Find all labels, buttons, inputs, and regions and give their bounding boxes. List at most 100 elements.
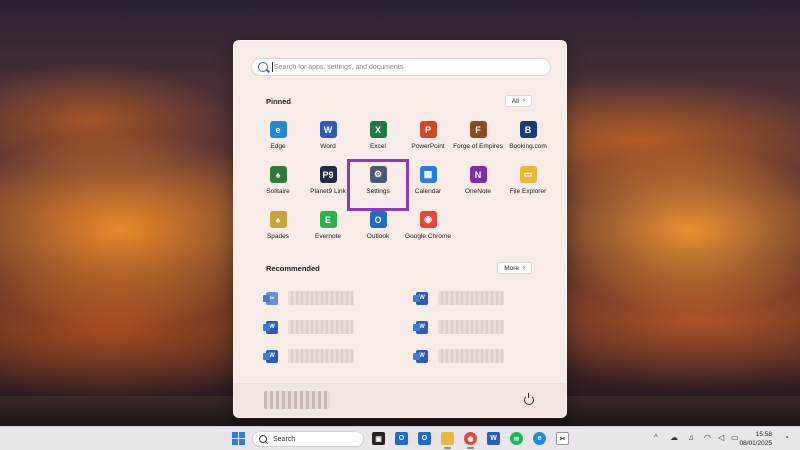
- pinned-app-planet9-link[interactable]: P9 Planet9 Link: [302, 164, 354, 206]
- edge-icon: e: [269, 121, 287, 138]
- pinned-app-file-explorer[interactable]: ▭ File Explorer: [502, 164, 554, 206]
- pinned-app-label: Settings: [366, 188, 390, 195]
- pinned-app-label: Spades: [266, 233, 290, 240]
- recommended-item[interactable]: W: [413, 289, 516, 307]
- edge-icon[interactable]: e: [533, 432, 546, 445]
- redacted-filename: [288, 320, 354, 334]
- pinned-app-label: Evernote: [314, 233, 342, 240]
- chevron-up-icon[interactable]: ^: [654, 433, 658, 442]
- word-document-icon: W: [413, 349, 428, 363]
- outlook-icon[interactable]: O: [418, 432, 431, 445]
- pinned-app-onenote[interactable]: N OneNote: [452, 164, 504, 206]
- pinned-app-label: Edge: [270, 143, 286, 150]
- pinned-app-solitaire[interactable]: ♠ Solitaire: [252, 164, 304, 206]
- planet9-link-icon: P9: [319, 166, 337, 183]
- word-icon[interactable]: W: [487, 432, 500, 445]
- redacted-filename: [288, 349, 354, 363]
- pinned-app-label: Booking.com: [509, 143, 547, 150]
- recommended-item[interactable]: ✂: [263, 289, 366, 307]
- outlook-icon: O: [369, 211, 387, 228]
- redacted-filename: [288, 291, 354, 305]
- pinned-app-settings[interactable]: ⚙ Settings: [347, 159, 409, 211]
- pinned-app-calendar[interactable]: ▦ Calendar: [402, 164, 454, 206]
- cloud-icon[interactable]: ☁: [670, 433, 678, 442]
- taskbar-search-label: Search: [273, 435, 296, 443]
- chrome-icon[interactable]: ◉: [464, 432, 477, 449]
- clock-time: 15:58: [755, 431, 772, 438]
- evernote-icon: E: [319, 211, 337, 228]
- pinned-app-google-chrome[interactable]: ◉ Google Chrome: [402, 209, 454, 251]
- pinned-app-word[interactable]: W Word: [302, 119, 354, 161]
- word-icon: W: [319, 121, 337, 138]
- start-menu-footer: [234, 383, 566, 417]
- taskbar: Search ▣ O O ◉ W ≋ e ✂ ^ ☁ ♫ ◠ ◁ ▭ 15:58…: [0, 426, 800, 450]
- pinned-app-spades[interactable]: ♠ Spades: [252, 209, 304, 251]
- power-icon[interactable]: [524, 393, 534, 405]
- outlook-icon[interactable]: O: [395, 432, 408, 445]
- onenote-icon: N: [469, 166, 487, 183]
- redacted-filename: [438, 291, 504, 305]
- search-icon: [259, 435, 267, 443]
- word-document-icon: W: [263, 320, 278, 334]
- recommended-title: Recommended: [266, 264, 320, 273]
- task-view-icon[interactable]: ▣: [372, 432, 385, 445]
- folder-icon[interactable]: [441, 432, 454, 449]
- pinned-app-excel[interactable]: X Excel: [352, 119, 404, 161]
- notification-bell-icon[interactable]: ◔: [784, 433, 789, 442]
- snipping-tool-icon: ✂: [263, 291, 278, 305]
- start-search-box[interactable]: [251, 58, 551, 76]
- pinned-app-label: Calendar: [414, 188, 442, 195]
- windows-start-button[interactable]: [232, 432, 245, 445]
- chevron-right-icon: ›: [523, 265, 525, 271]
- pinned-app-label: Solitaire: [266, 188, 290, 195]
- folder-icon: ▭: [519, 166, 537, 183]
- pinned-app-booking-com[interactable]: B Booking.com: [502, 119, 554, 161]
- search-input[interactable]: [274, 63, 534, 71]
- pinned-app-label: OneNote: [464, 188, 492, 195]
- forge-of-empires-icon: F: [469, 121, 487, 138]
- more-button[interactable]: More ›: [497, 262, 532, 274]
- spotify-icon[interactable]: ≋: [510, 432, 523, 445]
- pinned-app-label: Outlook: [366, 233, 390, 240]
- pinned-app-label: File Explorer: [509, 188, 547, 195]
- pinned-app-forge-of-empires[interactable]: F Forge of Empires: [452, 119, 504, 161]
- pinned-app-label: Word: [320, 143, 336, 150]
- headset-icon[interactable]: ♫: [688, 433, 694, 442]
- snipping-tool-icon[interactable]: ✂: [556, 432, 569, 445]
- recommended-item[interactable]: W: [413, 347, 516, 365]
- pinned-app-label: Forge of Empires: [453, 143, 503, 150]
- battery-icon[interactable]: ▭: [731, 433, 739, 442]
- taskbar-search[interactable]: Search: [252, 431, 364, 447]
- recommended-item[interactable]: W: [413, 318, 516, 336]
- pinned-app-evernote[interactable]: E Evernote: [302, 209, 354, 251]
- volume-icon[interactable]: ◁: [718, 433, 724, 442]
- system-clock[interactable]: 15:58 08/01/2025: [739, 430, 772, 448]
- pinned-app-label: Excel: [370, 143, 386, 150]
- calendar-icon: ▦: [419, 166, 437, 183]
- all-apps-button[interactable]: All ›: [504, 95, 532, 107]
- pinned-app-outlook[interactable]: O Outlook: [352, 209, 404, 251]
- text-caret: [272, 62, 273, 72]
- chevron-right-icon: ›: [523, 98, 525, 104]
- word-document-icon: W: [413, 291, 428, 305]
- gear-icon: ⚙: [369, 166, 387, 183]
- excel-icon: X: [369, 121, 387, 138]
- booking-icon: B: [519, 121, 537, 138]
- powerpoint-icon: P: [419, 121, 437, 138]
- word-document-icon: W: [263, 349, 278, 363]
- recommended-item[interactable]: W: [263, 347, 366, 365]
- wifi-icon[interactable]: ◠: [704, 433, 711, 442]
- user-account-button[interactable]: [264, 391, 330, 409]
- clock-date: 08/01/2025: [739, 440, 772, 447]
- more-label: More: [504, 264, 519, 272]
- pinned-title: Pinned: [266, 97, 292, 106]
- word-document-icon: W: [413, 320, 428, 334]
- solitaire-icon: ♠: [269, 166, 287, 183]
- redacted-filename: [438, 320, 504, 334]
- pinned-app-powerpoint[interactable]: P PowerPoint: [402, 119, 454, 161]
- pinned-app-label: Planet9 Link: [310, 188, 346, 195]
- redacted-filename: [438, 349, 504, 363]
- recommended-item[interactable]: W: [263, 318, 366, 336]
- start-menu: Pinned All › e Edge W Word X Excel P PowerPoint…: [233, 40, 567, 418]
- pinned-app-edge[interactable]: e Edge: [252, 119, 304, 161]
